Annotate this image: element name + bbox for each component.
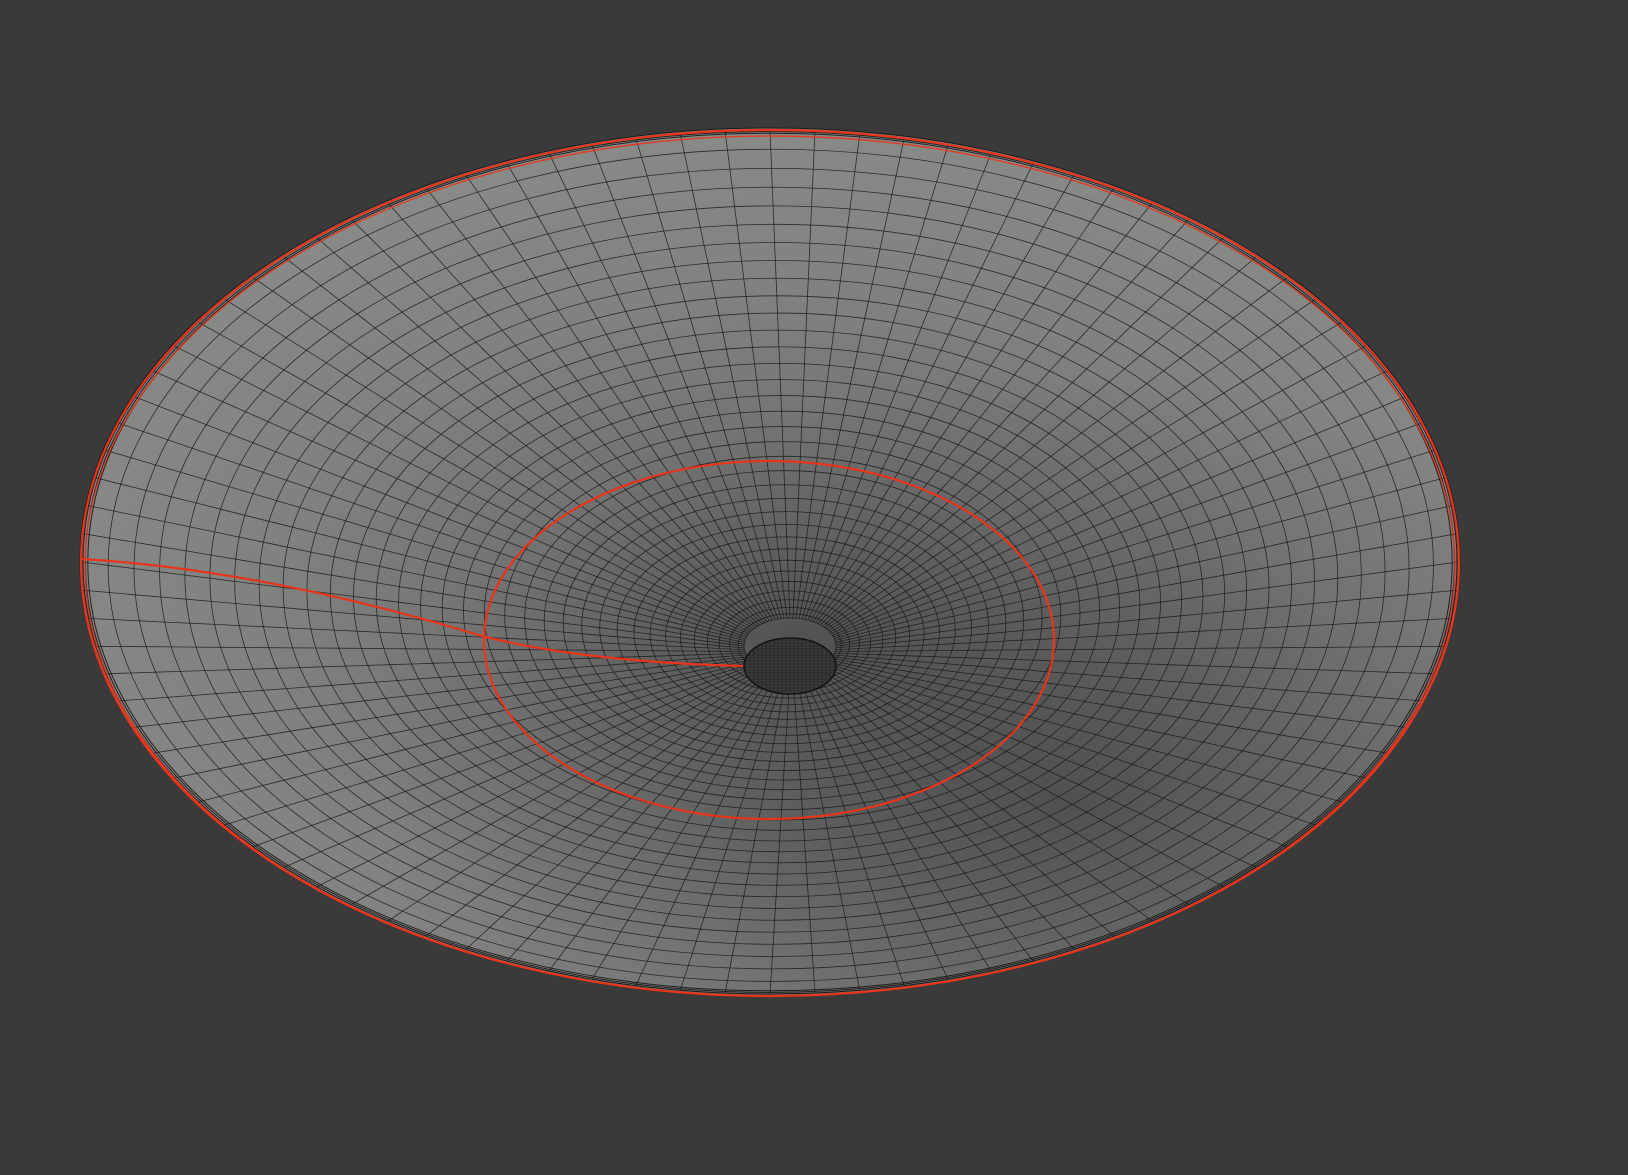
dish-mesh[interactable] [79,127,1461,998]
viewport-canvas[interactable] [0,0,1628,1175]
center-hole [743,637,837,695]
3d-viewport[interactable] [0,0,1628,1175]
